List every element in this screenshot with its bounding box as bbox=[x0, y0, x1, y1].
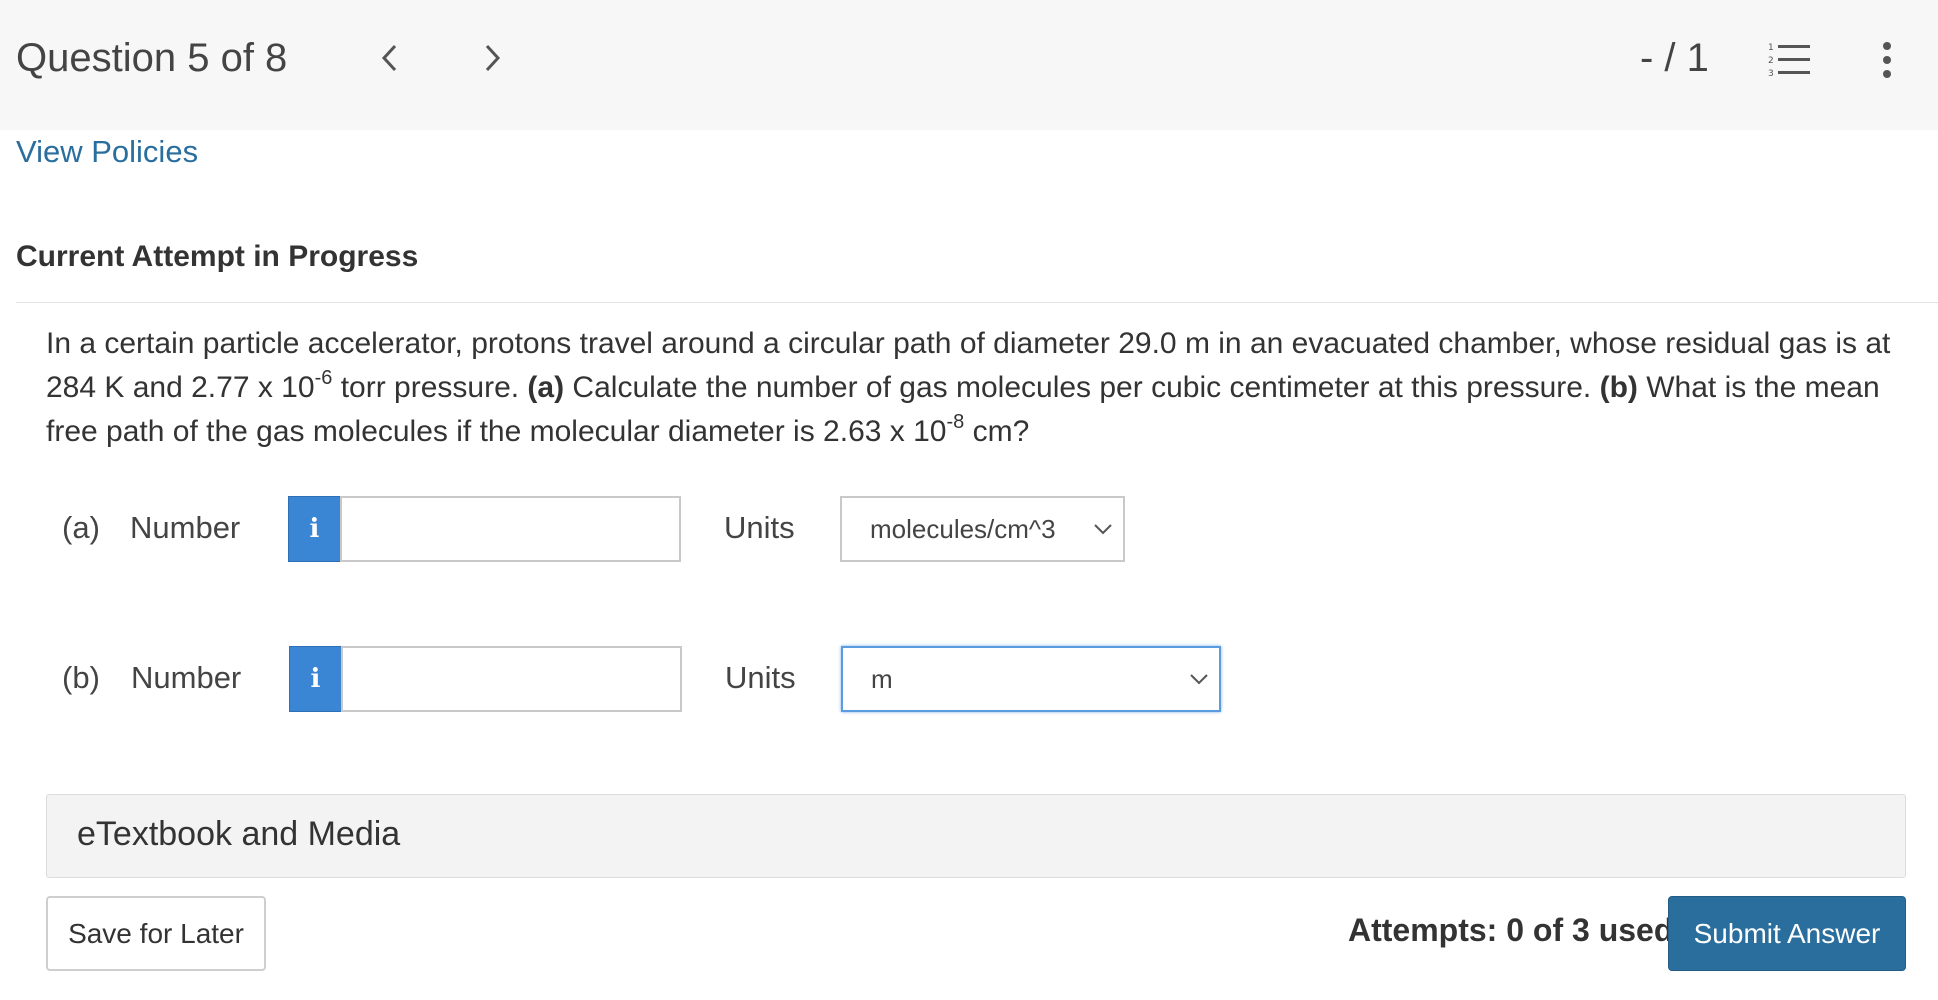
view-policies-link[interactable]: View Policies bbox=[16, 134, 198, 170]
chevron-left-icon bbox=[381, 44, 397, 72]
info-icon: i bbox=[310, 664, 321, 694]
chevron-down-icon bbox=[1190, 674, 1208, 685]
previous-question-button[interactable] bbox=[374, 40, 404, 76]
part-b-marker: (b) bbox=[1599, 371, 1638, 404]
divider bbox=[16, 302, 1938, 303]
number-label: Number bbox=[130, 510, 241, 545]
next-question-button[interactable] bbox=[478, 40, 508, 76]
exponent: -8 bbox=[946, 411, 965, 433]
number-label: Number bbox=[131, 660, 242, 695]
units-selected-value: m bbox=[871, 663, 893, 694]
svg-text:2: 2 bbox=[1768, 56, 1774, 66]
numbered-list-icon: 1 2 3 bbox=[1768, 43, 1810, 79]
part-label: (b) bbox=[62, 660, 100, 695]
units-label: Units bbox=[724, 510, 795, 545]
units-select-a[interactable]: molecules/cm^3 bbox=[840, 496, 1125, 562]
svg-text:1: 1 bbox=[1768, 43, 1774, 53]
svg-text:3: 3 bbox=[1768, 69, 1774, 79]
units-select-b[interactable]: m bbox=[841, 646, 1221, 712]
answer-row-b: (b) Number i Units m bbox=[0, 646, 1938, 712]
top-bar: Question 5 of 8 - / 1 1 2 3 bbox=[0, 0, 1938, 130]
chevron-down-icon bbox=[1094, 524, 1112, 535]
number-input-a[interactable] bbox=[340, 496, 681, 562]
info-button[interactable]: i bbox=[289, 646, 342, 712]
info-button[interactable]: i bbox=[288, 496, 341, 562]
answer-row-a: (a) Number i Units molecules/cm^3 bbox=[0, 496, 1938, 562]
chevron-right-icon bbox=[485, 44, 501, 72]
exponent: -6 bbox=[314, 367, 333, 389]
etextbook-media-label: eTextbook and Media bbox=[77, 815, 401, 853]
info-icon: i bbox=[309, 514, 320, 544]
save-for-later-button[interactable]: Save for Later bbox=[46, 896, 266, 971]
attempt-heading: Current Attempt in Progress bbox=[16, 240, 419, 273]
question-text-segment: torr pressure. bbox=[332, 371, 528, 404]
score-display: - / 1 bbox=[1640, 36, 1709, 80]
units-label: Units bbox=[725, 660, 796, 695]
units-selected-value: molecules/cm^3 bbox=[870, 513, 1056, 544]
submit-answer-button[interactable]: Submit Answer bbox=[1668, 896, 1906, 971]
question-text: In a certain particle accelerator, proto… bbox=[46, 322, 1916, 454]
part-label: (a) bbox=[62, 510, 100, 545]
question-text-segment: cm? bbox=[964, 415, 1030, 448]
number-input-b[interactable] bbox=[341, 646, 682, 712]
more-options-button[interactable] bbox=[1872, 38, 1902, 82]
etextbook-media-panel[interactable]: eTextbook and Media bbox=[46, 794, 1906, 878]
question-list-button[interactable]: 1 2 3 bbox=[1766, 40, 1814, 80]
attempts-counter: Attempts: 0 of 3 used bbox=[1348, 912, 1674, 948]
question-text-segment: Calculate the number of gas molecules pe… bbox=[564, 371, 1600, 404]
vertical-ellipsis-icon bbox=[1883, 42, 1891, 78]
part-a-marker: (a) bbox=[527, 371, 565, 404]
question-counter: Question 5 of 8 bbox=[16, 36, 288, 80]
